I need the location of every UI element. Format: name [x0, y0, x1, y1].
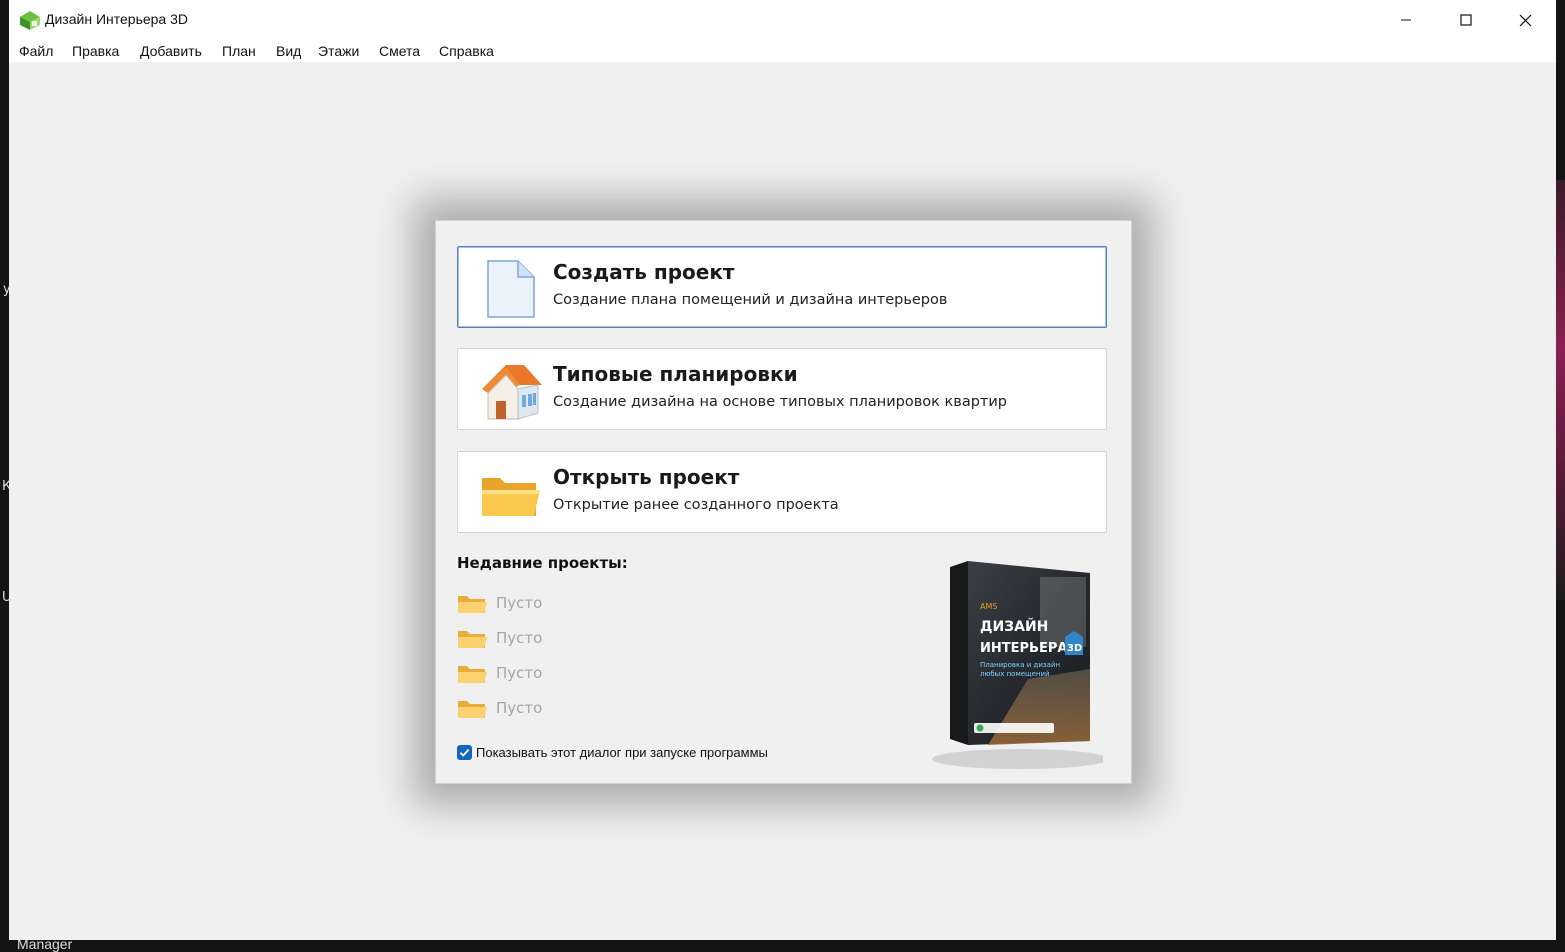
menu-file[interactable]: Файл: [19, 43, 53, 59]
title-bar[interactable]: Дизайн Интерьера 3D: [9, 0, 1556, 40]
recent-projects-heading: Недавние проекты:: [457, 554, 628, 572]
product-box-image: AMS ДИЗАЙН ИНТЕРЬЕРА 3D Планировка и диз…: [932, 561, 1103, 769]
recent-project-item[interactable]: Пусто: [457, 695, 657, 721]
app-logo-icon: [20, 11, 40, 30]
menu-edit[interactable]: Правка: [72, 43, 119, 59]
checkmark-icon: [459, 749, 470, 757]
action-description: Создание дизайна на основе типовых плани…: [553, 394, 1008, 410]
template-layouts-button[interactable]: Типовые планировки Создание дизайна на о…: [457, 348, 1107, 430]
minimize-button[interactable]: [1377, 0, 1435, 40]
show-on-start-label: Показывать этот диалог при запуске прогр…: [476, 745, 768, 760]
create-project-button[interactable]: Создать проект Создание плана помещений …: [457, 246, 1107, 328]
product-box-title-line1: ДИЗАЙН: [980, 618, 1048, 635]
recent-project-label: Пусто: [496, 629, 543, 647]
action-title: Создать проект: [553, 260, 735, 284]
recent-project-item[interactable]: Пусто: [457, 625, 657, 651]
folder-icon: [458, 631, 487, 648]
close-icon: [1519, 14, 1531, 26]
recent-project-label: Пусто: [496, 594, 543, 612]
document-icon: [487, 260, 535, 318]
open-project-button[interactable]: Открыть проект Открытие ранее созданного…: [457, 451, 1107, 533]
desktop-background-accent: [1556, 180, 1565, 600]
app-window: Дизайн Интерьера 3D Файл Правка Добавить…: [9, 0, 1556, 940]
menu-help[interactable]: Справка: [439, 43, 494, 59]
show-on-start-checkbox[interactable]: [457, 745, 472, 760]
folder-icon: [458, 666, 487, 683]
product-box-brand: AMS: [980, 602, 997, 611]
action-description: Создание плана помещений и дизайна интер…: [553, 292, 948, 308]
maximize-button[interactable]: [1437, 0, 1495, 40]
menu-add[interactable]: Добавить: [140, 43, 202, 59]
start-dialog: Создать проект Создание плана помещений …: [435, 220, 1132, 784]
product-box-badge: 3D: [1067, 643, 1082, 654]
action-title: Типовые планировки: [553, 362, 798, 386]
window-title: Дизайн Интерьера 3D: [45, 11, 189, 27]
menu-estimate[interactable]: Смета: [379, 43, 420, 59]
action-title: Открыть проект: [553, 465, 740, 489]
folder-icon: [458, 596, 487, 613]
folder-icon: [458, 701, 487, 718]
product-box-subtitle2: любых помещений: [980, 670, 1050, 678]
maximize-icon: [1460, 14, 1472, 26]
menu-view[interactable]: Вид: [276, 43, 301, 59]
menu-plan[interactable]: План: [222, 43, 256, 59]
recent-project-item[interactable]: Пусто: [457, 660, 657, 686]
show-on-start-option[interactable]: Показывать этот диалог при запуске прогр…: [457, 745, 877, 763]
close-button[interactable]: [1496, 0, 1554, 40]
product-box-subtitle1: Планировка и дизайн: [980, 661, 1060, 669]
action-description: Открытие ранее созданного проекта: [553, 497, 839, 513]
recent-project-label: Пусто: [496, 699, 543, 717]
folder-icon: [482, 478, 540, 516]
recent-project-item[interactable]: Пусто: [457, 590, 657, 616]
menu-bar: Файл Правка Добавить План Вид Этажи Смет…: [9, 40, 1556, 62]
recent-project-label: Пусто: [496, 664, 543, 682]
house-icon: [482, 365, 542, 420]
minimize-icon: [1401, 19, 1411, 21]
product-box-title-line2: ИНТЕРЬЕРА: [980, 641, 1067, 656]
menu-floors[interactable]: Этажи: [318, 43, 359, 59]
